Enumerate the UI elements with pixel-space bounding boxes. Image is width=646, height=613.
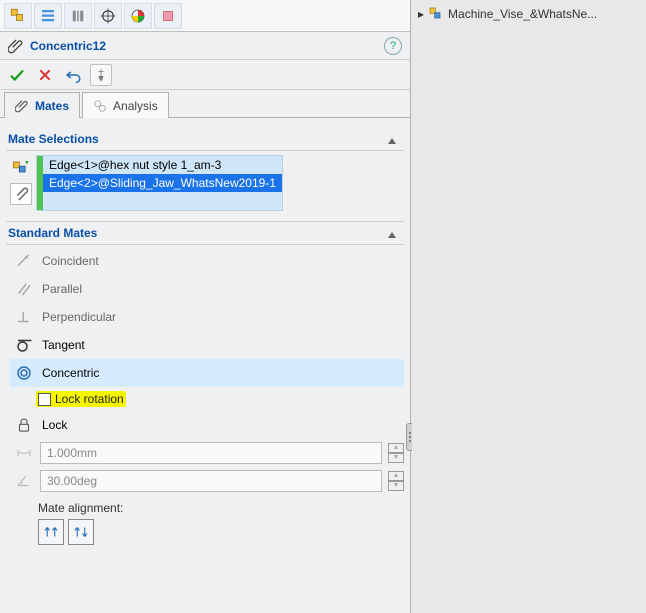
lock-rotation-checkbox[interactable] — [38, 393, 51, 406]
ok-button[interactable] — [6, 64, 28, 86]
help-icon[interactable]: ? — [384, 37, 402, 55]
clip-icon — [8, 38, 24, 54]
mate-perpendicular[interactable]: Perpendicular — [10, 303, 404, 331]
selection-list-icon[interactable] — [11, 157, 31, 177]
mate-label: Coincident — [42, 254, 99, 268]
selection-list[interactable]: Edge<1>@hex nut style 1_am-3 Edge<2>@Sli… — [36, 155, 283, 211]
mate-label: Parallel — [42, 282, 82, 296]
undo-button[interactable] — [62, 64, 84, 86]
tangent-icon — [14, 335, 34, 355]
config-tab-icon[interactable] — [34, 3, 62, 29]
pin-button[interactable] — [90, 64, 112, 86]
cancel-button[interactable] — [34, 64, 56, 86]
distance-input[interactable] — [40, 442, 382, 464]
extras-tab-icon[interactable] — [154, 3, 182, 29]
mate-tangent[interactable]: Tangent — [10, 331, 404, 359]
mate-concentric[interactable]: Concentric — [10, 359, 404, 387]
mate-alignment-block: Mate alignment: — [10, 495, 404, 551]
assembly-icon — [428, 6, 444, 22]
expand-arrow-icon[interactable]: ▸ — [418, 7, 424, 21]
angle-icon — [14, 471, 34, 491]
mate-parallel[interactable]: Parallel — [10, 275, 404, 303]
distance-spinner[interactable]: ▲▼ — [388, 443, 404, 463]
concentric-icon — [14, 363, 34, 383]
mate-title-row: Concentric12 ? — [0, 32, 410, 60]
tab-analysis[interactable]: Analysis — [82, 92, 169, 118]
appearance-tab-icon[interactable] — [124, 3, 152, 29]
lock-icon — [14, 415, 34, 435]
tab-mates-label: Mates — [35, 99, 69, 113]
assembly-tab-icon[interactable] — [4, 3, 32, 29]
panel-body: Mate Selections Edge<1>@hex nut style 1_… — [0, 118, 410, 613]
distance-icon — [14, 443, 34, 463]
feature-tree-flyout[interactable]: ▸ Machine_Vise_&WhatsNe... — [418, 6, 597, 22]
mate-name: Concentric12 — [30, 39, 106, 53]
selection-item[interactable]: Edge<2>@Sliding_Jaw_WhatsNew2019-1 — [43, 174, 282, 192]
tab-analysis-label: Analysis — [113, 99, 158, 113]
parallel-icon — [14, 279, 34, 299]
angle-input[interactable] — [40, 470, 382, 492]
lock-rotation-option[interactable]: Lock rotation — [36, 387, 404, 411]
mate-coincident[interactable]: Coincident — [10, 247, 404, 275]
angle-row: ▲▼ — [10, 467, 404, 495]
mate-label: Concentric — [42, 366, 99, 380]
target-tab-icon[interactable] — [94, 3, 122, 29]
mate-tabs: Mates Analysis — [0, 90, 410, 118]
align-anti-button[interactable] — [68, 519, 94, 545]
perpendicular-icon — [14, 307, 34, 327]
multi-mate-icon[interactable] — [10, 183, 32, 205]
angle-spinner[interactable]: ▲▼ — [388, 471, 404, 491]
standard-mates-list: Coincident Parallel Perpendicular Tangen… — [6, 245, 404, 559]
mate-label: Perpendicular — [42, 310, 116, 324]
section-standard-mates[interactable]: Standard Mates — [6, 221, 404, 245]
mate-alignment-label: Mate alignment: — [14, 501, 400, 515]
tab-mates[interactable]: Mates — [4, 92, 80, 118]
mate-selections-body: Edge<1>@hex nut style 1_am-3 Edge<2>@Sli… — [6, 151, 404, 215]
lock-rotation-label: Lock rotation — [55, 392, 124, 406]
selection-items: Edge<1>@hex nut style 1_am-3 Edge<2>@Sli… — [43, 156, 282, 210]
property-manager-panel: Concentric12 ? Mates Analysis Mate Selec… — [0, 0, 411, 613]
section-mate-selections[interactable]: Mate Selections — [6, 128, 404, 151]
mate-label: Tangent — [42, 338, 85, 352]
mate-label: Lock — [42, 418, 67, 432]
graphics-area: ▸ Machine_Vise_&WhatsNe... Lock rotation — [412, 0, 646, 613]
distance-row: ▲▼ — [10, 439, 404, 467]
confirmation-row — [0, 60, 410, 90]
selection-item[interactable]: Edge<1>@hex nut style 1_am-3 — [43, 156, 282, 174]
align-same-button[interactable] — [38, 519, 64, 545]
selection-icon-column — [10, 155, 32, 205]
coincident-icon — [14, 251, 34, 271]
list-tab-icon[interactable] — [64, 3, 92, 29]
panel-tabs-toolbar — [0, 0, 410, 32]
assembly-name-label: Machine_Vise_&WhatsNe... — [448, 7, 597, 21]
mate-lock[interactable]: Lock — [10, 411, 404, 439]
